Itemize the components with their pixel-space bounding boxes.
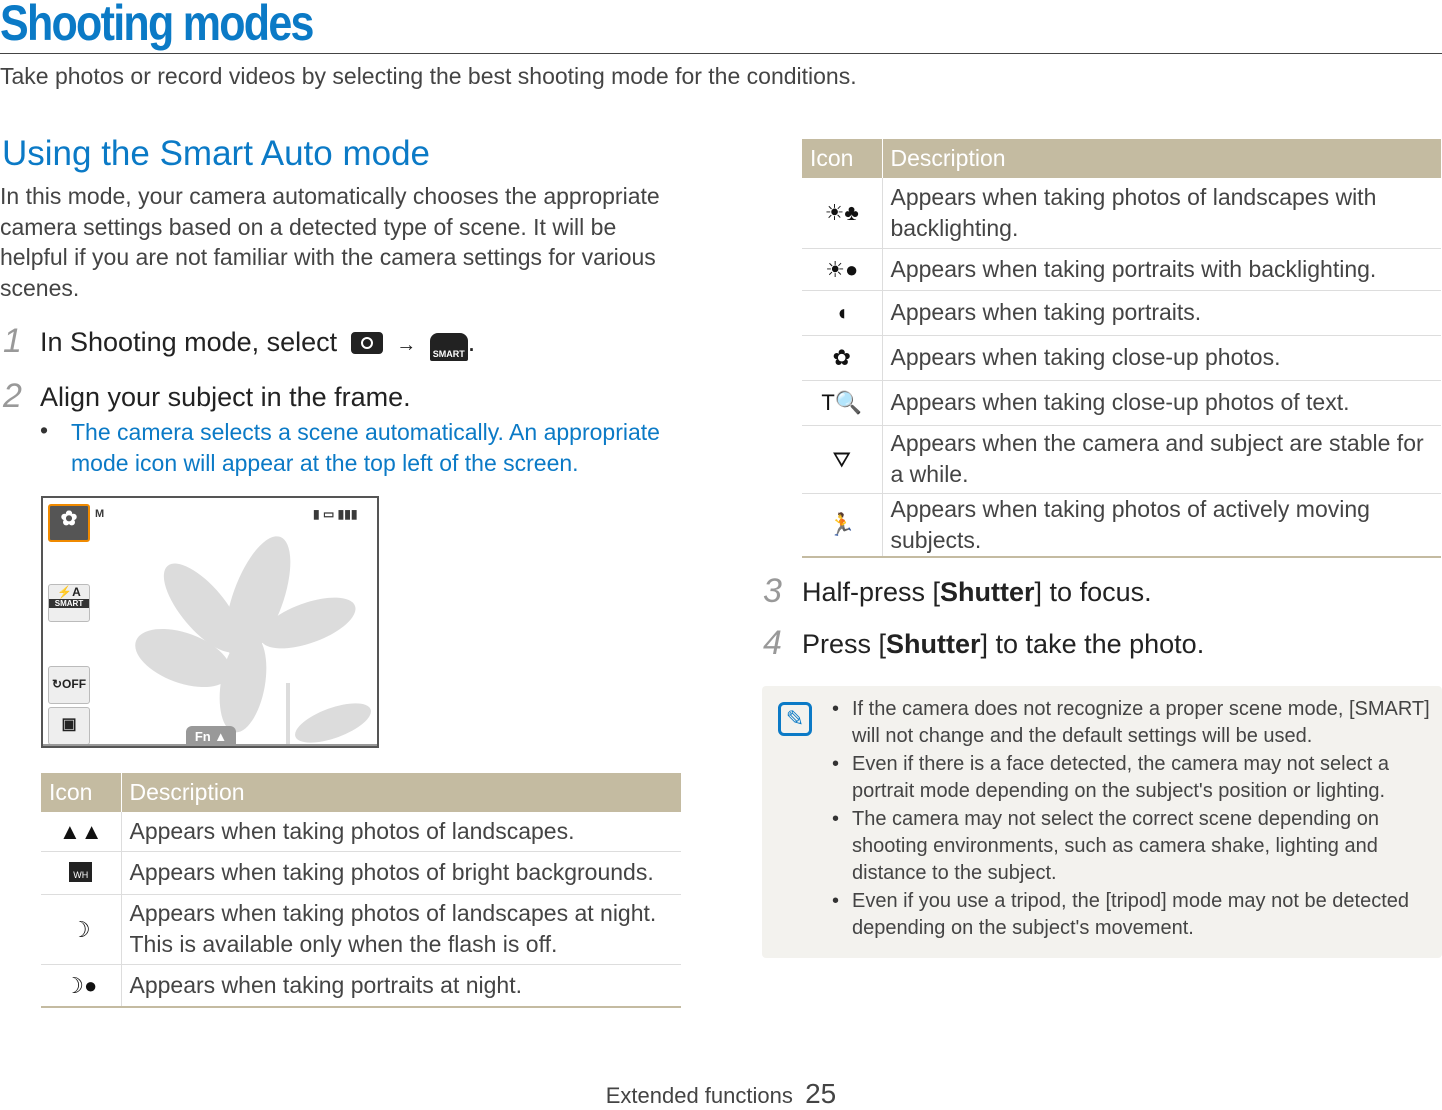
arrow: → <box>396 334 417 356</box>
landscape-icon: ▲▲ <box>41 812 122 852</box>
flash-button[interactable]: ⚡A SMART <box>48 584 90 622</box>
backlight-landscape-icon: ☀♣ <box>802 178 883 249</box>
page-subtitle: Take photos or record videos by selectin… <box>0 63 857 89</box>
section-intro: In this mode, your camera automatically … <box>0 183 660 301</box>
portrait-icon: ◖ <box>802 290 883 336</box>
bullet-dot: • <box>40 417 49 443</box>
timer-icon: ↻ <box>51 677 63 691</box>
description: Appears when taking photos of landscapes… <box>121 894 681 965</box>
shutter-key: Shutter <box>940 577 1035 607</box>
macro-icon: ✿ <box>802 335 883 381</box>
step-3: Half-press [Shutter] to focus. <box>802 577 1152 607</box>
note-item: Even if you use a tripod, the [tripod] m… <box>832 888 1432 942</box>
description: Appears when taking photos of landscapes… <box>121 812 681 852</box>
col-description: Description <box>121 773 681 812</box>
macro-text-icon: T🔍 <box>802 380 883 426</box>
page-title: Shooting modes <box>0 0 314 51</box>
description: Appears when the camera and subject are … <box>882 425 1441 494</box>
smart-auto-icon: SMART <box>429 333 468 361</box>
tripod-icon: ⛛ <box>802 425 883 494</box>
camera-icon <box>350 332 383 354</box>
note-item: If the camera does not recognize a prope… <box>832 696 1432 750</box>
description: Appears when taking portraits with backl… <box>882 248 1441 291</box>
col-icon: Icon <box>41 773 122 812</box>
note-item: Even if there is a face detected, the ca… <box>832 751 1432 805</box>
col-description: Description <box>882 139 1441 178</box>
shutter-key: Shutter <box>886 629 981 659</box>
note-box: ✎ If the camera does not recognize a pro… <box>762 686 1442 958</box>
flower-silhouette-icon <box>135 536 371 746</box>
description: Appears when taking photos of landscapes… <box>882 178 1441 249</box>
night-landscape-icon: ☽ <box>41 894 122 965</box>
note-pencil-icon: ✎ <box>778 702 812 736</box>
step-2-bullet: The camera selects a scene automatically… <box>71 419 660 476</box>
screen-bottom-bar <box>43 744 377 746</box>
step-number: 3 <box>763 572 782 610</box>
flash-icon: ⚡ <box>57 585 73 599</box>
step-number: 4 <box>763 624 782 662</box>
action-icon: 🏃 <box>802 493 883 558</box>
scene-icon-table-right: Icon Description ☀♣ Appears when taking p… <box>802 139 1441 558</box>
section-heading: Using the Smart Auto mode <box>2 134 430 173</box>
description: Appears when taking portraits. <box>882 290 1441 336</box>
page-footer: Extended functions 25 <box>0 1078 1442 1110</box>
stabilizer-button[interactable]: ▣ <box>48 707 90 745</box>
step-4: Press [Shutter] to take the photo. <box>802 629 1205 659</box>
scene-icon-table-left: Icon Description ▲▲ Appears when taking p… <box>41 773 681 1008</box>
step-text: In Shooting mode, select <box>40 327 338 357</box>
step-number: 2 <box>3 377 22 415</box>
timer-button[interactable]: ↻OFF <box>48 666 90 704</box>
title-divider <box>0 53 1442 54</box>
col-icon: Icon <box>802 139 883 178</box>
note-item: The camera may not select the correct sc… <box>832 806 1432 887</box>
note-list: If the camera does not recognize a prope… <box>832 696 1432 943</box>
step-2: Align your subject in the frame. <box>40 382 411 412</box>
smart-label: SMART <box>49 599 89 608</box>
scene-mode-indicator: ✿ <box>48 504 90 542</box>
description: Appears when taking close-up photos of t… <box>882 380 1441 426</box>
footer-section: Extended functions <box>605 1083 793 1108</box>
description: Appears when taking close-up photos. <box>882 335 1441 381</box>
backlight-portrait-icon: ☀● <box>802 248 883 291</box>
step-number: 1 <box>3 322 22 360</box>
night-portrait-icon: ☽● <box>41 964 122 1008</box>
white-background-icon: WH <box>41 851 122 895</box>
step-1: In Shooting mode, select → SMART. <box>40 327 476 361</box>
description: Appears when taking portraits at night. <box>121 964 681 1008</box>
page-number: 25 <box>805 1078 837 1109</box>
description: Appears when taking photos of actively m… <box>882 493 1441 558</box>
battery-icon: ▮ ▭ ▮▮▮ <box>313 507 358 521</box>
photo-size-indicator: M <box>95 508 105 520</box>
description: Appears when taking photos of bright bac… <box>121 851 681 895</box>
camera-screen-illustration: ✿ M ▮ ▭ ▮▮▮ ⚡A SMART ↻OFF ▣ Fn ▲ <box>41 496 379 748</box>
